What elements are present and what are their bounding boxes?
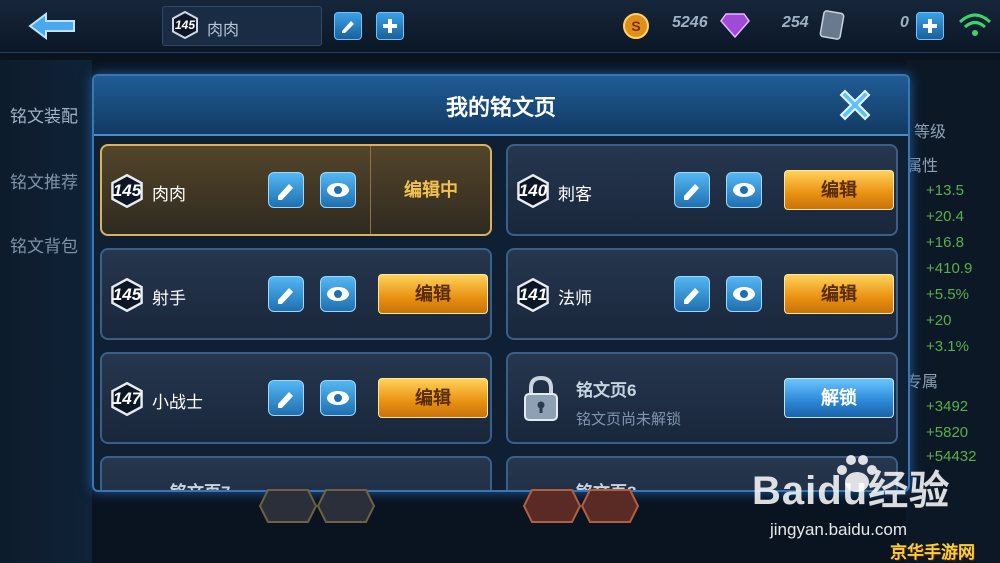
unlock-button[interactable]: 解锁: [784, 378, 894, 418]
svg-text:140: 140: [519, 181, 548, 200]
eye-icon: [733, 183, 755, 197]
preview-button[interactable]: [726, 172, 762, 208]
page-card[interactable]: 147 小战士 编辑: [100, 352, 492, 444]
page-card[interactable]: 140 刺客 编辑: [506, 144, 898, 236]
page-name: 射手: [152, 289, 186, 308]
pencil-icon: [684, 184, 699, 200]
svg-text:145: 145: [113, 285, 142, 304]
pencil-icon: [278, 288, 293, 304]
page-card[interactable]: 铭文页7: [100, 456, 492, 490]
plus-icon: [923, 19, 937, 33]
watermark-logo: Baidu经验: [752, 469, 951, 513]
current-page-selector[interactable]: 145 肉肉: [162, 6, 322, 46]
stat-value: +20: [926, 312, 952, 329]
pencil-icon: [684, 288, 699, 304]
gold-amount: 5246: [672, 14, 708, 31]
gem-card-icon: [819, 10, 845, 40]
dialog-title: 我的铭文页: [445, 95, 556, 120]
top-bar: 145 肉肉 S 5246 254 0: [0, 0, 1000, 53]
close-button[interactable]: [832, 82, 878, 128]
recharge-button[interactable]: [916, 12, 944, 40]
eye-icon: [327, 391, 349, 405]
close-icon: [839, 89, 871, 121]
wifi-icon: [958, 13, 992, 36]
edit-button[interactable]: 编辑: [784, 274, 894, 314]
rename-page-button[interactable]: [334, 12, 362, 40]
watermark-url: jingyan.baidu.com: [770, 520, 908, 539]
eye-icon: [327, 287, 349, 301]
gold-coin-icon: S: [623, 13, 649, 39]
locked-page-card[interactable]: 铭文页6 铭文页尚未解锁 解锁: [506, 352, 898, 444]
eye-icon: [733, 287, 755, 301]
pencil-icon: [278, 392, 293, 408]
pencil-icon: [342, 21, 354, 33]
page-card[interactable]: 145 肉肉 编辑中: [100, 144, 492, 236]
preview-button[interactable]: [320, 380, 356, 416]
level-badge-icon: 141: [517, 278, 549, 312]
page-card[interactable]: 141 法师 编辑: [506, 248, 898, 340]
pencil-icon: [278, 184, 293, 200]
stat-value: +410.9: [926, 260, 973, 277]
page-name: 铭文页7: [170, 478, 230, 490]
locked-hint: 铭文页尚未解锁: [576, 411, 682, 428]
side-item-recommend[interactable]: 铭文推荐: [10, 168, 78, 193]
stat-value: +16.8: [926, 234, 964, 251]
svg-text:147: 147: [113, 389, 143, 408]
eye-icon: [327, 183, 349, 197]
rename-button[interactable]: [674, 172, 710, 208]
special-stat-value: +3492: [926, 398, 969, 415]
svg-text:141: 141: [519, 285, 547, 304]
stat-value: +5.5%: [926, 286, 969, 303]
inscription-slots: [522, 489, 640, 523]
page-name: 刺客: [558, 185, 592, 204]
padlock-icon: [524, 375, 558, 421]
page-card[interactable]: 145 射手 编辑: [100, 248, 492, 340]
editing-status: 编辑中: [370, 146, 491, 234]
rename-button[interactable]: [268, 276, 304, 312]
stat-value: +20.4: [926, 208, 964, 225]
edit-button[interactable]: 编辑: [784, 170, 894, 210]
level-badge-icon: 147: [111, 382, 143, 416]
preview-button[interactable]: [320, 172, 356, 208]
page-name: 铭文页6: [576, 381, 637, 400]
diamond-icon: [720, 13, 750, 38]
preview-button[interactable]: [320, 276, 356, 312]
stat-value: +3.1%: [926, 338, 969, 355]
page-name: 小战士: [152, 393, 203, 412]
rename-button[interactable]: [674, 276, 710, 312]
plus-icon: [383, 19, 397, 33]
side-item-assemble[interactable]: 铭文装配: [10, 102, 78, 127]
page-name: 法师: [558, 289, 592, 308]
level-badge-icon: 145: [111, 278, 143, 312]
gem-amount: 0: [900, 14, 909, 31]
page-name: 肉肉: [152, 185, 186, 204]
dialog-header: 我的铭文页: [94, 76, 908, 136]
inscription-slots: [258, 489, 376, 523]
special-heading: 专属: [906, 374, 939, 391]
level-badge-icon: 145: [111, 174, 143, 208]
rename-button[interactable]: [268, 172, 304, 208]
diamond-amount: 254: [782, 14, 809, 31]
svg-text:145: 145: [113, 181, 142, 200]
special-stat-value: +5820: [926, 424, 969, 441]
preview-button[interactable]: [726, 276, 762, 312]
level-badge-icon: 140: [517, 174, 549, 208]
back-button[interactable]: [22, 10, 82, 42]
watermark-site: 京华手游网: [890, 543, 975, 562]
level-heading: 等级: [914, 124, 947, 141]
svg-text:S: S: [631, 18, 640, 34]
attribute-heading: 属性: [906, 158, 939, 175]
level-badge-icon: 145: [172, 11, 198, 39]
edit-button[interactable]: 编辑: [378, 274, 488, 314]
side-item-backpack[interactable]: 铭文背包: [10, 232, 78, 257]
side-menu: 铭文装配 铭文推荐 铭文背包: [0, 60, 92, 563]
current-page-name: 肉肉: [207, 22, 240, 39]
rename-button[interactable]: [268, 380, 304, 416]
svg-text:145: 145: [175, 18, 195, 32]
stat-value: +13.5: [926, 182, 964, 199]
back-arrow-icon: [28, 12, 75, 40]
edit-button[interactable]: 编辑: [378, 378, 488, 418]
add-page-button[interactable]: [376, 12, 404, 40]
inscription-pages-dialog: 我的铭文页 145 肉肉 编辑中 140 刺客 编辑 145 射手 编辑 141…: [92, 74, 910, 492]
